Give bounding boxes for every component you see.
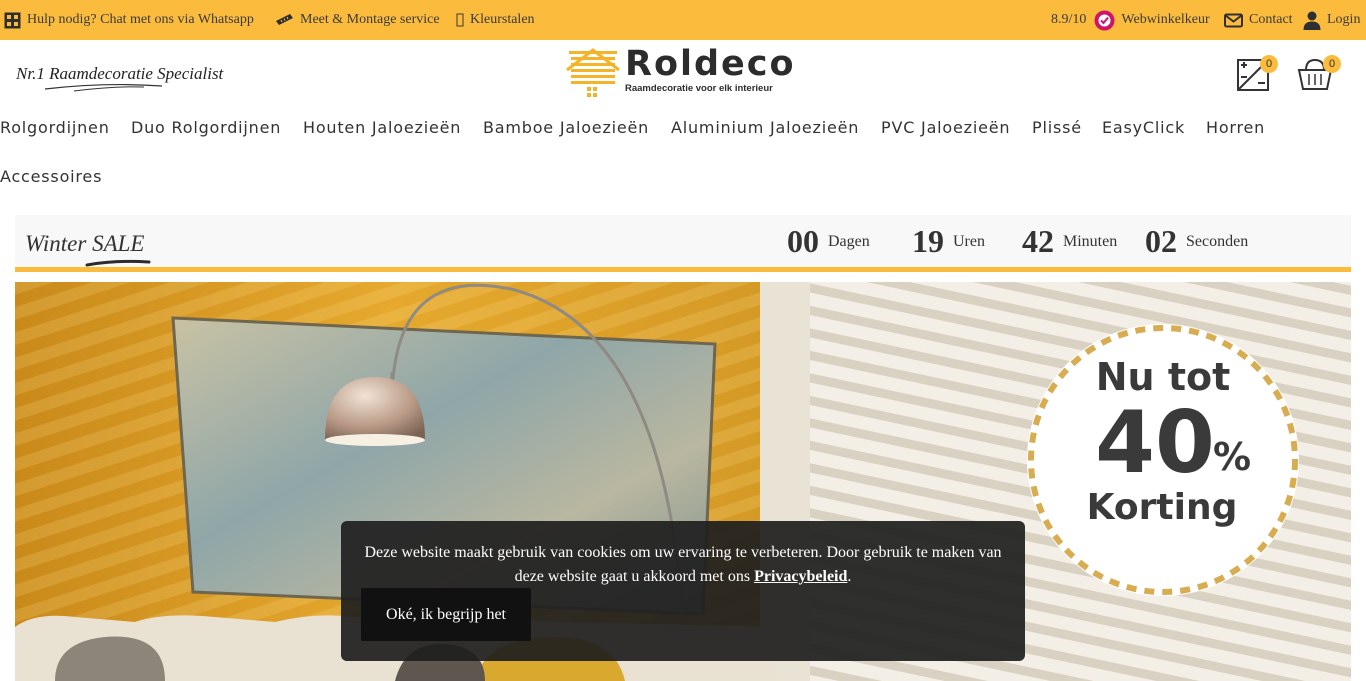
login-label: Login [1327, 12, 1361, 27]
sale-underline [85, 259, 151, 267]
whatsapp-link[interactable]: Hulp nodig? Chat met ons via Whatsapp [4, 0, 254, 40]
compare-button[interactable]: 0 [1236, 55, 1278, 96]
tape-measure-icon [275, 13, 294, 27]
header: Nr.1 Raamdecoratie Specialist Roldeco Ra… [0, 40, 1366, 108]
cart-count-badge: 0 [1323, 55, 1341, 73]
nav-item-aluminium-jaloezieen[interactable]: Aluminium Jaloezieën [671, 108, 859, 148]
nav-item-pvc-jaloezieen[interactable]: PVC Jaloezieën [881, 108, 1010, 148]
envelope-icon [1224, 13, 1243, 28]
rating-score: 8.9/10 [1051, 12, 1087, 27]
logo[interactable]: Roldeco Raamdecoratie voor elk interieur [565, 44, 805, 100]
nav-item-houten-jaloezieen[interactable]: Houten Jaloezieën [303, 108, 461, 148]
nav-item-bamboe-jaloezieen[interactable]: Bamboe Jaloezieën [483, 108, 649, 148]
whatsapp-icon [4, 12, 21, 29]
countdown-hours-value: 19 [912, 223, 944, 259]
house-blinds-icon [566, 48, 620, 97]
login-link[interactable]: Login [1303, 0, 1360, 40]
review-site-label: Webwinkelkeur [1121, 12, 1210, 27]
countdown-hours: 19 Uren [912, 223, 985, 260]
nav-item-accessoires[interactable]: Accessoires [0, 157, 102, 197]
nav-item-plisse[interactable]: Plissé [1032, 108, 1082, 148]
cookie-text-block: Deze website maakt gebruik van cookies o… [361, 541, 1005, 589]
user-icon [1303, 11, 1321, 30]
hero-badge-line2: Korting [1087, 487, 1238, 528]
measure-service-link[interactable]: Meet & Montage service [275, 0, 440, 40]
cookie-accept-button[interactable]: Oké, ik begrijp het [361, 588, 531, 641]
contact-link[interactable]: Contact [1224, 0, 1293, 40]
countdown-seconds-label: Seconden [1186, 232, 1249, 250]
cookie-notice: Deze website maakt gebruik van cookies o… [341, 521, 1025, 661]
countdown-hours-label: Uren [953, 232, 985, 250]
cookie-period: . [847, 568, 852, 585]
nav-item-easyclick[interactable]: EasyClick [1102, 108, 1185, 148]
whatsapp-label: Hulp nodig? Chat met ons via Whatsapp [27, 12, 254, 27]
countdown-minutes-value: 42 [1022, 223, 1054, 259]
rating-link[interactable]: 8.9/10 Webwinkelkeur [1051, 0, 1210, 40]
countdown-days: 00 Dagen [787, 223, 870, 260]
hero-badge-percent: % [1213, 435, 1251, 479]
cart-button[interactable]: 0 [1297, 55, 1341, 96]
countdown-seconds-value: 02 [1145, 223, 1177, 259]
compare-count-badge: 0 [1260, 55, 1278, 73]
slogan-underline [44, 83, 163, 92]
hero-badge-number: 40 [1095, 393, 1215, 493]
nav-item-horren[interactable]: Horren [1206, 108, 1265, 148]
logo-tagline: Raamdecoratie voor elk interieur [625, 83, 773, 94]
countdown-minutes: 42 Minuten [1022, 223, 1117, 260]
privacy-policy-link[interactable]: Privacybeleid [754, 568, 847, 585]
top-bar: Hulp nodig? Chat met ons via Whatsapp Me… [0, 0, 1366, 40]
countdown-minutes-label: Minuten [1063, 232, 1118, 250]
swatches-label: Kleurstalen [470, 12, 535, 27]
sale-banner: Winter SALE 00 Dagen 19 Uren 42 Minuten … [15, 215, 1351, 272]
measure-label: Meet & Montage service [300, 12, 440, 27]
nav-item-rolgordijnen[interactable]: Rolgordijnen [0, 108, 110, 148]
countdown-days-label: Dagen [828, 232, 870, 250]
contact-label: Contact [1249, 12, 1293, 27]
swatches-link[interactable]: Kleurstalen [456, 0, 535, 40]
countdown-days-value: 00 [787, 223, 819, 259]
swatch-icon [456, 13, 464, 27]
cookie-message: Deze website maakt gebruik van cookies o… [364, 544, 1002, 585]
logo-name: Roldeco [625, 44, 796, 84]
nav-item-duo-rolgordijnen[interactable]: Duo Rolgordijnen [131, 108, 281, 148]
slogan: Nr.1 Raamdecoratie Specialist [16, 64, 224, 83]
webwinkelkeur-icon [1094, 10, 1115, 31]
countdown-seconds: 02 Seconden [1145, 223, 1248, 260]
sale-title: Winter SALE [25, 231, 145, 256]
